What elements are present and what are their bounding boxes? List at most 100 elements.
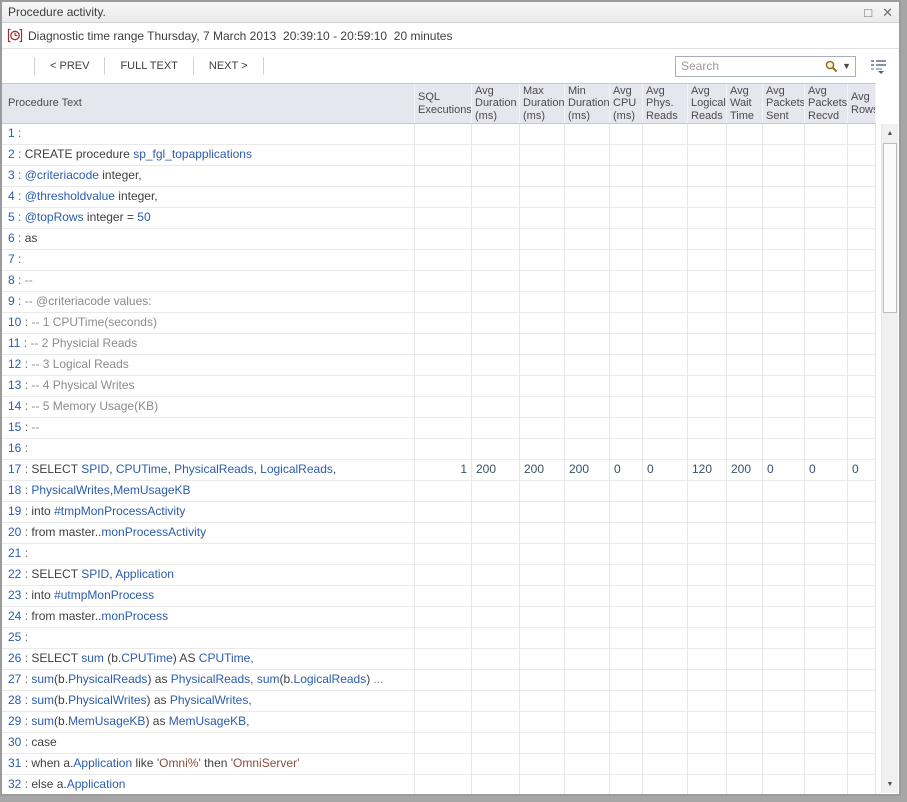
table-row[interactable]: 28 : sum(b.PhysicalWrites) as PhysicalWr… bbox=[2, 691, 876, 712]
stat-cell bbox=[472, 754, 520, 775]
table-row[interactable]: 6 : as bbox=[2, 229, 876, 250]
stat-cell bbox=[610, 523, 643, 544]
stat-cell bbox=[643, 187, 688, 208]
next-button[interactable]: NEXT > bbox=[194, 55, 263, 77]
table-row[interactable]: 16 : bbox=[2, 439, 876, 460]
stat-cell bbox=[643, 208, 688, 229]
table-row[interactable]: 3 : @criteriacode integer, bbox=[2, 166, 876, 187]
table-row[interactable]: 25 : bbox=[2, 628, 876, 649]
prev-button[interactable]: < PREV bbox=[35, 55, 104, 77]
table-row[interactable]: 24 : from master..monProcess bbox=[2, 607, 876, 628]
column-header[interactable]: Avg Wait Time bbox=[727, 84, 763, 123]
stat-cell bbox=[805, 544, 848, 565]
column-header[interactable]: Min Duration (ms) bbox=[565, 84, 610, 123]
table-row[interactable]: 13 : -- 4 Physical Writes bbox=[2, 376, 876, 397]
table-row[interactable]: 19 : into #tmpMonProcessActivity bbox=[2, 502, 876, 523]
table-row[interactable]: 20 : from master..monProcessActivity bbox=[2, 523, 876, 544]
table-row[interactable]: 11 : -- 2 Physicial Reads bbox=[2, 334, 876, 355]
stat-cell bbox=[610, 586, 643, 607]
table-row[interactable]: 27 : sum(b.PhysicalReads) as PhysicalRea… bbox=[2, 670, 876, 691]
stat-cell bbox=[848, 145, 876, 166]
procedure-text-cell: 15 : -- bbox=[2, 418, 415, 439]
column-header[interactable]: Max Duration (ms) bbox=[520, 84, 565, 123]
table-row[interactable]: 15 : -- bbox=[2, 418, 876, 439]
maximize-icon[interactable]: □ bbox=[864, 6, 872, 19]
column-header[interactable]: Avg Phys. Reads bbox=[643, 84, 688, 123]
stat-cell bbox=[727, 355, 763, 376]
procedure-text-cell: 23 : into #utmpMonProcess bbox=[2, 586, 415, 607]
stat-cell bbox=[727, 607, 763, 628]
column-header[interactable]: Avg CPU (ms) bbox=[610, 84, 643, 123]
column-header[interactable]: Avg Rows bbox=[848, 84, 876, 123]
stat-cell bbox=[727, 712, 763, 733]
table-row[interactable]: 9 : -- @criteriacode values: bbox=[2, 292, 876, 313]
scrollbar-thumb[interactable] bbox=[883, 143, 897, 313]
column-header[interactable]: SQL Executions bbox=[415, 84, 472, 123]
scroll-up-icon[interactable]: ▲ bbox=[883, 125, 897, 141]
vertical-scrollbar[interactable]: ▲ ▼ bbox=[881, 124, 898, 793]
stat-cell bbox=[610, 775, 643, 794]
stat-cell bbox=[727, 439, 763, 460]
table-row[interactable]: 22 : SELECT SPID, Application bbox=[2, 565, 876, 586]
table-row[interactable]: 14 : -- 5 Memory Usage(KB) bbox=[2, 397, 876, 418]
stat-cell bbox=[415, 670, 472, 691]
stat-cell bbox=[763, 355, 805, 376]
search-input[interactable] bbox=[681, 59, 824, 73]
table-row[interactable]: 5 : @topRows integer = 50 bbox=[2, 208, 876, 229]
full-text-button[interactable]: FULL TEXT bbox=[105, 55, 192, 77]
stat-cell bbox=[520, 586, 565, 607]
procedure-text-cell: 11 : -- 2 Physicial Reads bbox=[2, 334, 415, 355]
table-row[interactable]: 29 : sum(b.MemUsageKB) as MemUsageKB, bbox=[2, 712, 876, 733]
stat-cell bbox=[520, 418, 565, 439]
column-header[interactable]: Avg Duration (ms) bbox=[472, 84, 520, 123]
stat-cell bbox=[472, 271, 520, 292]
stat-cell bbox=[688, 208, 727, 229]
table-row[interactable]: 31 : when a.Application like 'Omni%' the… bbox=[2, 754, 876, 775]
stat-cell bbox=[415, 313, 472, 334]
table-row[interactable]: 30 : case bbox=[2, 733, 876, 754]
stat-cell bbox=[520, 607, 565, 628]
stat-cell bbox=[643, 334, 688, 355]
column-header[interactable]: Avg Packets Sent bbox=[763, 84, 805, 123]
stat-cell bbox=[643, 712, 688, 733]
scroll-down-icon[interactable]: ▼ bbox=[883, 776, 897, 792]
table-row[interactable]: 26 : SELECT sum (b.CPUTime) AS CPUTime, bbox=[2, 649, 876, 670]
table-row[interactable]: 2 : CREATE procedure sp_fgl_topapplicati… bbox=[2, 145, 876, 166]
column-header[interactable]: Avg Logical Reads bbox=[688, 84, 727, 123]
table-row[interactable]: 21 : bbox=[2, 544, 876, 565]
stat-cell bbox=[520, 733, 565, 754]
column-header[interactable]: Avg Packets Recvd bbox=[805, 84, 848, 123]
table-row[interactable]: 17 : SELECT SPID, CPUTime, PhysicalReads… bbox=[2, 460, 876, 481]
procedure-text-cell: 29 : sum(b.MemUsageKB) as MemUsageKB, bbox=[2, 712, 415, 733]
table-row[interactable]: 23 : into #utmpMonProcess bbox=[2, 586, 876, 607]
stat-cell bbox=[565, 271, 610, 292]
procedure-text-cell: 9 : -- @criteriacode values: bbox=[2, 292, 415, 313]
table-row[interactable]: 1 : bbox=[2, 124, 876, 145]
stat-cell bbox=[848, 439, 876, 460]
stat-cell bbox=[763, 691, 805, 712]
stat-cell bbox=[848, 208, 876, 229]
stat-cell bbox=[610, 355, 643, 376]
close-icon[interactable]: ✕ bbox=[882, 6, 893, 19]
stat-cell bbox=[472, 775, 520, 794]
stat-cell bbox=[763, 166, 805, 187]
stat-cell bbox=[610, 166, 643, 187]
table-row[interactable]: 7 : bbox=[2, 250, 876, 271]
column-options-icon[interactable] bbox=[870, 58, 887, 74]
column-header[interactable]: Procedure Text bbox=[2, 84, 415, 123]
search-icon[interactable] bbox=[824, 59, 839, 74]
table-row[interactable]: 18 : PhysicalWrites,MemUsageKB bbox=[2, 481, 876, 502]
table-row[interactable]: 10 : -- 1 CPUTime(seconds) bbox=[2, 313, 876, 334]
table-row[interactable]: 12 : -- 3 Logical Reads bbox=[2, 355, 876, 376]
table-row[interactable]: 8 : -- bbox=[2, 271, 876, 292]
stat-cell bbox=[727, 565, 763, 586]
stat-cell bbox=[643, 166, 688, 187]
table-row[interactable]: 4 : @thresholdvalue integer, bbox=[2, 187, 876, 208]
table-row[interactable]: 32 : else a.Application bbox=[2, 775, 876, 794]
stat-cell bbox=[565, 544, 610, 565]
search-options-caret-icon[interactable]: ▼ bbox=[842, 61, 851, 71]
stat-cell bbox=[763, 565, 805, 586]
stat-cell bbox=[643, 124, 688, 145]
stat-cell bbox=[520, 670, 565, 691]
stat-cell bbox=[643, 607, 688, 628]
